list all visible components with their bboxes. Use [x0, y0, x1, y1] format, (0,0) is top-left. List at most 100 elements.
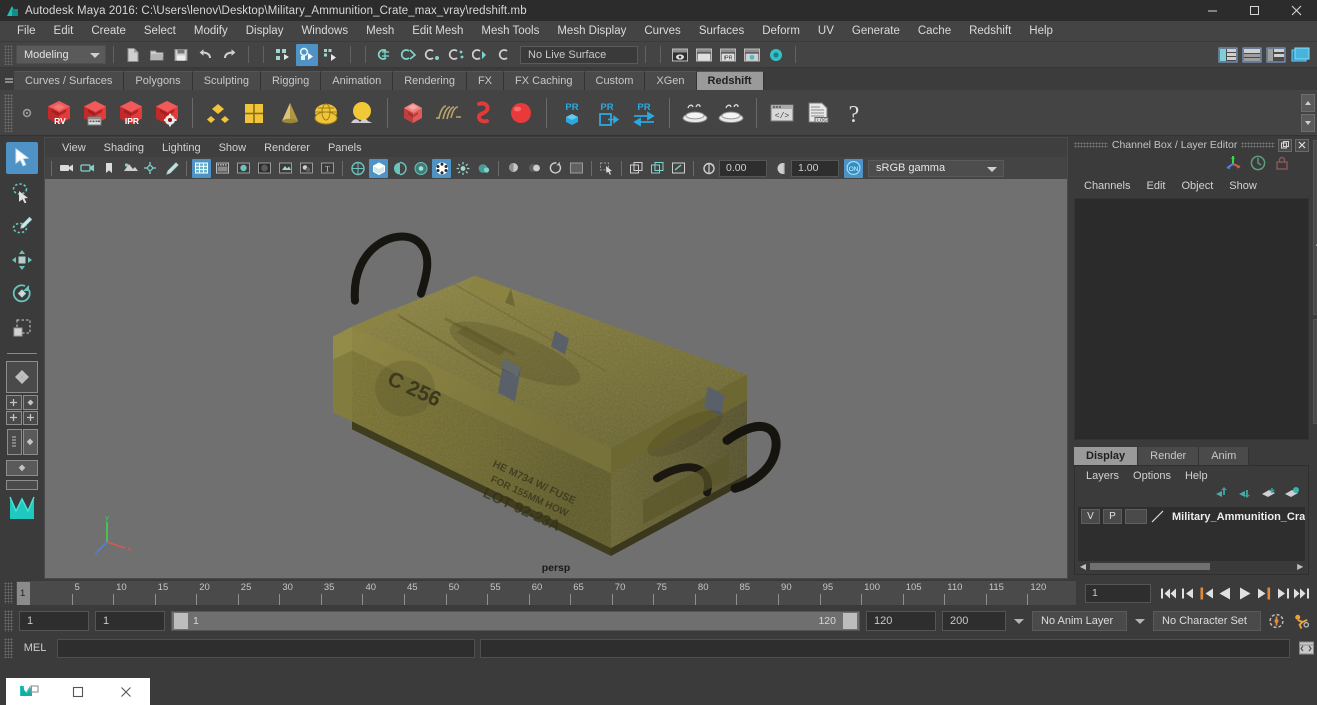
menu-create[interactable]: Create: [82, 21, 135, 42]
shelf-tab-curves-surfaces[interactable]: Curves / Surfaces: [14, 71, 125, 90]
shelf-btn-redshift-material-blender[interactable]: [236, 94, 272, 132]
shelf-options-button[interactable]: [13, 106, 41, 120]
persp-graph-layout-button[interactable]: [22, 429, 38, 455]
range-start-time-field[interactable]: 1: [95, 611, 165, 631]
range-slider-left-handle[interactable]: [174, 613, 188, 629]
layer-list-hscrollbar[interactable]: ◀ ▶: [1078, 561, 1306, 572]
shelf-tab-fx-caching[interactable]: FX Caching: [504, 71, 585, 90]
layer-name[interactable]: Military_Ammunition_Cra: [1172, 511, 1305, 523]
show-attribute-editor-icon[interactable]: [1241, 44, 1263, 66]
menu-surfaces[interactable]: Surfaces: [690, 21, 753, 42]
shelf-btn-redshift-script-editor[interactable]: </>: [764, 94, 800, 132]
select-camera-icon[interactable]: [57, 159, 76, 178]
new-layer-icon[interactable]: [1261, 486, 1277, 505]
depth-of-field-icon[interactable]: [474, 159, 493, 178]
snap-to-point-icon[interactable]: [422, 44, 444, 66]
move-layer-up-icon[interactable]: [1215, 486, 1231, 505]
extra-layout-button[interactable]: [6, 480, 38, 490]
grease-pencil-icon[interactable]: [162, 159, 181, 178]
table-row[interactable]: V P Military_Ammunition_Cra: [1078, 507, 1305, 526]
channel-box-menu-edit[interactable]: Edit: [1138, 180, 1173, 192]
shelf-btn-redshift-physical-sun[interactable]: [344, 94, 380, 132]
shelf-btn-redshift-incandescent[interactable]: [272, 94, 308, 132]
menu-curves[interactable]: Curves: [635, 21, 689, 42]
render-settings-icon[interactable]: [741, 44, 763, 66]
step-forward-frame-icon[interactable]: [1254, 582, 1273, 604]
motion-blur-icon[interactable]: [453, 159, 472, 178]
channel-box-menu-show[interactable]: Show: [1221, 180, 1265, 192]
shadows-icon[interactable]: [297, 159, 316, 178]
snap-to-curve-icon[interactable]: [398, 44, 420, 66]
select-by-object-icon[interactable]: [296, 43, 318, 66]
select-by-component-icon[interactable]: [320, 44, 342, 66]
shelf-btn-redshift-ipr-render[interactable]: IPR: [113, 94, 149, 132]
shelf-tab-rendering[interactable]: Rendering: [393, 71, 467, 90]
channel-box-lock-icon[interactable]: [1273, 154, 1291, 177]
menu-mesh[interactable]: Mesh: [357, 21, 403, 42]
menu-edit-mesh[interactable]: Edit Mesh: [403, 21, 472, 42]
panel-grip[interactable]: [1074, 142, 1108, 148]
snap-to-grid-icon[interactable]: [374, 44, 396, 66]
rotate-tool[interactable]: [6, 278, 38, 310]
menu-generate[interactable]: Generate: [843, 21, 909, 42]
menu-edit[interactable]: Edit: [45, 21, 83, 42]
anim-layer-selector[interactable]: No Anim Layer: [1032, 611, 1127, 631]
shelf-btn-redshift-proxy[interactable]: [395, 94, 431, 132]
move-tool[interactable]: [6, 244, 38, 276]
animation-preferences-icon[interactable]: [1292, 610, 1311, 632]
range-slider-grip[interactable]: [4, 610, 13, 632]
go-to-end-icon[interactable]: [1292, 582, 1311, 604]
ambient-occlusion-icon[interactable]: [432, 158, 451, 178]
maya-window-icon[interactable]: [6, 683, 54, 700]
shelf-tab-rigging[interactable]: Rigging: [260, 71, 322, 90]
close-button[interactable]: [1275, 0, 1317, 21]
minimize-button[interactable]: [1191, 0, 1233, 21]
viewport-panel-tear-off-icon[interactable]: [648, 159, 667, 178]
layer-list[interactable]: V P Military_Ammunition_Cra: [1078, 507, 1306, 561]
layout-quad-bl[interactable]: [6, 410, 22, 425]
xray-active-components-icon[interactable]: [390, 159, 409, 178]
shelf-btn-redshift-help[interactable]: ?: [836, 94, 872, 132]
viewport-menu-shading[interactable]: Shading: [95, 142, 153, 154]
channel-box-content[interactable]: [1074, 198, 1310, 440]
menu-redshift[interactable]: Redshift: [960, 21, 1020, 42]
hypershade-layout-button[interactable]: [6, 460, 38, 476]
move-layer-down-icon[interactable]: [1238, 486, 1254, 505]
redo-icon[interactable]: [218, 44, 240, 66]
manipulator-icon[interactable]: [1223, 154, 1243, 177]
statusline-grip[interactable]: [4, 44, 13, 65]
make-live-icon[interactable]: [494, 44, 516, 66]
xray-shaded-icon[interactable]: [525, 159, 544, 178]
viewport-menu-panels[interactable]: Panels: [319, 142, 371, 154]
shelf-btn-redshift-render-settings[interactable]: [149, 94, 185, 132]
shelf-tab-fx[interactable]: FX: [466, 71, 505, 90]
shelf-btn-redshift-dome-light[interactable]: [308, 94, 344, 132]
open-scene-icon[interactable]: [146, 44, 168, 66]
shelf-tab-xgen[interactable]: XGen: [645, 71, 697, 90]
scroll-right-arrow-icon[interactable]: ▶: [1295, 562, 1305, 571]
layer-color-swatch-icon[interactable]: [1150, 509, 1166, 525]
current-frame-field[interactable]: 1: [1085, 583, 1151, 603]
xray-joints-icon[interactable]: [369, 158, 388, 178]
command-language-label[interactable]: MEL: [18, 642, 52, 654]
shaded-display-icon[interactable]: [234, 159, 253, 178]
panel-undock-button[interactable]: [1278, 138, 1293, 152]
hypershade-icon[interactable]: [765, 44, 787, 66]
shelf-scroll-up[interactable]: [1301, 94, 1315, 112]
range-slider[interactable]: 1 120: [171, 611, 860, 631]
gamma-field[interactable]: 1.00: [791, 159, 839, 177]
shelf-scroll-down[interactable]: [1301, 114, 1315, 132]
scrollbar-thumb[interactable]: [1090, 563, 1210, 570]
viewport-menu-renderer[interactable]: Renderer: [255, 142, 319, 154]
snap-to-projected-center-icon[interactable]: [446, 44, 468, 66]
layer-tab-anim[interactable]: Anim: [1199, 447, 1250, 465]
side-tab-channel-box[interactable]: Channel Box / Layer Editor: [1313, 140, 1317, 315]
time-slider-grip[interactable]: [4, 582, 13, 604]
menu-display[interactable]: Display: [237, 21, 293, 42]
shelf-btn-redshift-volume[interactable]: [467, 94, 503, 132]
channel-box-menu-object[interactable]: Object: [1173, 180, 1221, 192]
shelf-scroll-buttons[interactable]: [1301, 94, 1315, 132]
shelf-btn-redshift-sphere-light[interactable]: [503, 94, 539, 132]
shelf-btn-redshift-render-sequence[interactable]: [77, 94, 113, 132]
layer-menu-help[interactable]: Help: [1178, 470, 1215, 482]
